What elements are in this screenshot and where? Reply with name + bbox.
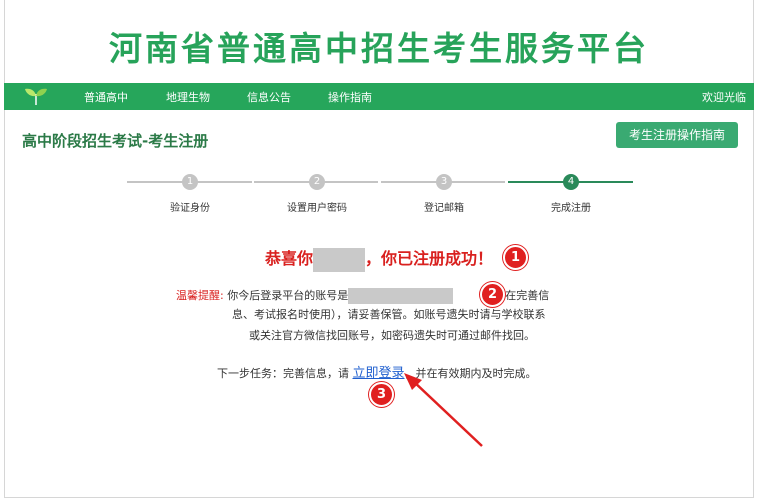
nav-item-guide[interactable]: 操作指南 xyxy=(328,89,372,105)
site-title: 河南省普通高中招生考生服务平台 xyxy=(109,29,649,68)
annotation-badge-1: 1 xyxy=(503,245,528,270)
step-3-dot: 3 xyxy=(436,174,452,190)
reminder-part1: 你今后登录平台的账号是 xyxy=(227,289,349,302)
success-prefix: 恭喜你 xyxy=(264,249,313,268)
reminder-line-3: 或关注官方微信找回账号，如密码遗失时可通过邮件找回。 xyxy=(249,329,535,342)
next-step-prefix: 下一步任务：完善信息，请 xyxy=(217,367,349,380)
step-3-label: 登记邮箱 xyxy=(424,203,464,214)
success-message: 恭喜你 ，你已注册成功！ xyxy=(0,245,758,272)
pointer-arrow-icon xyxy=(404,373,483,447)
step-1-label: 验证身份 xyxy=(170,203,210,214)
redacted-name xyxy=(313,247,365,272)
nav-item-high-school[interactable]: 普通高中 xyxy=(84,89,128,105)
leaf-logo-icon xyxy=(25,88,47,106)
annotation-badge-2: 2 xyxy=(480,282,505,307)
nav-item-geo-bio[interactable]: 地理生物 xyxy=(166,89,210,105)
page-title: 高中阶段招生考试-考生注册 xyxy=(22,132,209,150)
welcome-text: 欢迎光临 xyxy=(702,91,746,104)
reminder-line-2: 息、考试报名时使用），请妥善保管。如账号遗失时请与学校联系 xyxy=(232,308,546,321)
success-suffix: ，你已注册成功！ xyxy=(365,249,494,268)
step-4-label: 完成注册 xyxy=(551,203,591,214)
step-4-dot: 4 xyxy=(563,174,579,190)
reminder-label: 温馨提醒: xyxy=(176,289,224,302)
navbar: 普通高中 地理生物 信息公告 操作指南 欢迎光临 xyxy=(4,83,754,110)
reminder-line-1: 温馨提醒: 你今后登录平台的账号是 号将在完善信 xyxy=(176,286,576,306)
step-2-label: 设置用户密码 xyxy=(287,203,347,214)
nav-item-announcements[interactable]: 信息公告 xyxy=(247,89,291,105)
registration-guide-button[interactable]: 考生注册操作指南 xyxy=(616,122,738,148)
step-2-dot: 2 xyxy=(309,174,325,190)
step-1-dot: 1 xyxy=(182,174,198,190)
redacted-account xyxy=(348,288,454,304)
